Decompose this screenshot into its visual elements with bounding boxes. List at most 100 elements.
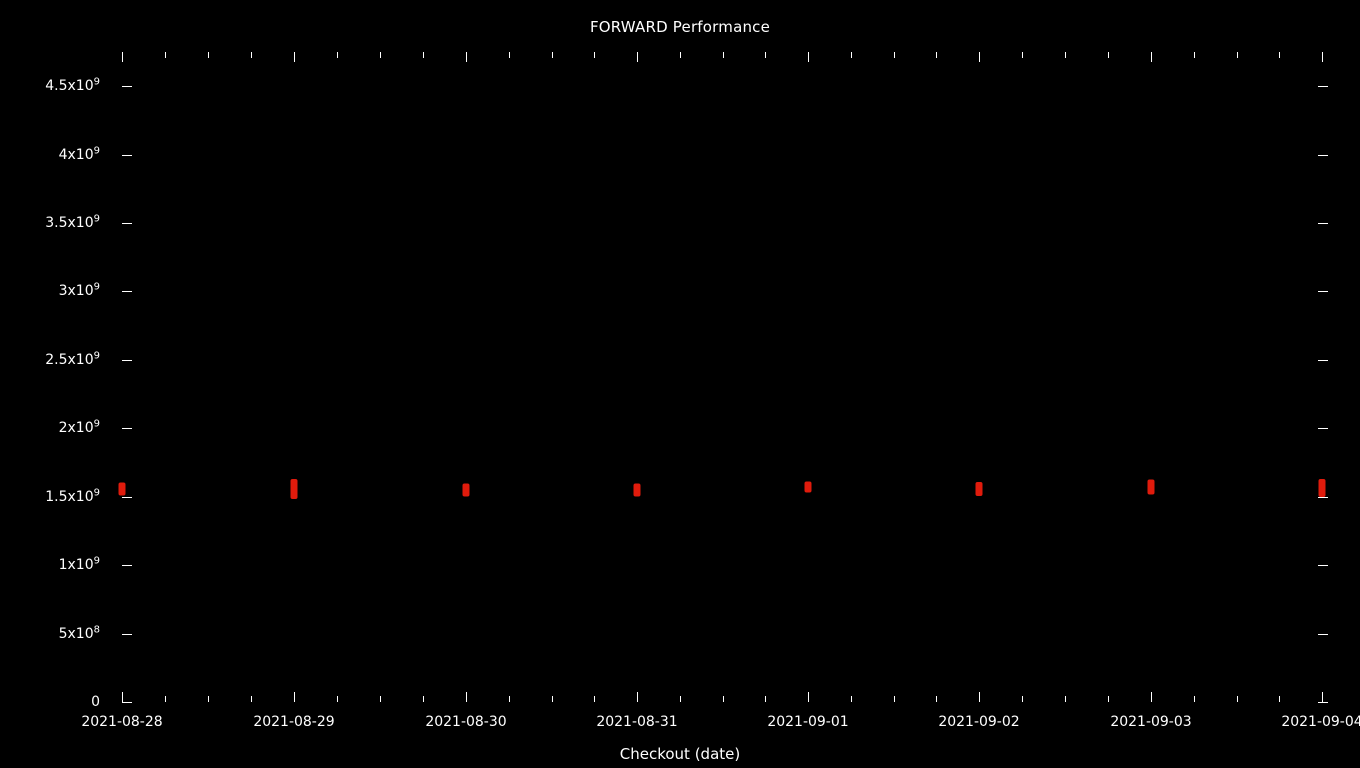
bottom-tick <box>1022 696 1023 702</box>
bottom-tick <box>936 696 938 702</box>
top-tick <box>936 52 938 58</box>
top-tick <box>1236 52 1238 58</box>
bottom-tick <box>423 696 424 702</box>
data-point-marker <box>118 482 126 496</box>
x-tick-label: 2021-08-28 <box>81 714 163 730</box>
top-tick <box>122 52 123 62</box>
top-tick <box>1151 52 1152 62</box>
bottom-tick <box>1108 696 1109 702</box>
bottom-tick <box>722 696 724 702</box>
x-axis-title: Checkout (date) <box>619 745 741 763</box>
y-tick-label: 2x109 <box>58 418 100 437</box>
bottom-tick <box>850 696 852 702</box>
top-tick <box>294 52 295 62</box>
top-tick <box>1279 52 1281 58</box>
bottom-tick <box>979 692 980 702</box>
data-point-marker <box>290 479 298 500</box>
data-point-marker <box>975 482 983 497</box>
right-tick <box>1318 428 1328 430</box>
bottom-tick <box>466 692 467 702</box>
left-tick <box>122 223 132 225</box>
top-tick <box>594 52 596 58</box>
top-tick <box>850 52 852 58</box>
bottom-tick <box>165 696 166 702</box>
y-tick-label: 1x109 <box>58 555 100 574</box>
y-tick-label: 3.5x109 <box>45 213 100 232</box>
top-tick <box>893 52 895 58</box>
bottom-tick <box>765 696 767 702</box>
chart-canvas: FORWARD Performance bits/sec Checkout (d… <box>0 0 1360 768</box>
left-tick <box>122 428 132 430</box>
bottom-tick <box>637 692 638 702</box>
y-tick-label: 2.5x109 <box>45 350 100 368</box>
top-tick <box>208 52 209 58</box>
y-tick-label: 4.5x109 <box>45 76 100 95</box>
bottom-tick <box>294 692 295 702</box>
top-tick <box>979 52 980 62</box>
right-tick <box>1318 154 1328 156</box>
right-tick <box>1318 86 1328 88</box>
top-tick <box>765 52 767 58</box>
bottom-tick <box>551 696 553 702</box>
left-tick <box>122 496 132 498</box>
y-axis-title: bits/sec <box>0 371 61 393</box>
data-point-marker <box>1318 478 1326 497</box>
top-tick <box>1022 52 1023 58</box>
y-tick-label: 4x109 <box>58 144 100 163</box>
bottom-tick <box>893 696 895 702</box>
bottom-tick <box>1322 692 1323 702</box>
x-tick-label: 2021-09-03 <box>1110 714 1192 730</box>
bottom-tick <box>1151 692 1152 702</box>
top-tick <box>337 52 338 58</box>
right-tick <box>1318 565 1328 567</box>
left-tick <box>122 86 132 88</box>
right-tick <box>1318 633 1328 635</box>
top-tick <box>1322 52 1323 62</box>
left-tick <box>122 359 132 361</box>
x-tick-label: 2021-09-02 <box>938 714 1020 730</box>
chart-title: FORWARD Performance <box>589 18 771 36</box>
bottom-tick <box>251 696 252 702</box>
bottom-tick <box>1193 696 1195 702</box>
y-tick-label: 5x108 <box>58 623 100 642</box>
bottom-tick <box>508 696 510 702</box>
top-tick <box>466 52 467 62</box>
top-tick <box>808 52 809 62</box>
data-point-marker <box>633 483 641 497</box>
right-tick <box>1318 291 1328 293</box>
bottom-tick <box>679 696 681 702</box>
left-tick <box>122 702 132 703</box>
bottom-tick <box>208 696 209 702</box>
y-tick-label: 1.5x109 <box>45 487 100 505</box>
left-tick <box>122 633 132 635</box>
right-tick <box>1318 223 1328 225</box>
bottom-tick <box>122 692 123 702</box>
right-tick <box>1318 702 1328 703</box>
bottom-tick <box>808 692 809 702</box>
top-tick <box>679 52 681 58</box>
top-tick <box>508 52 510 58</box>
left-tick <box>122 565 132 567</box>
bottom-tick <box>1065 696 1066 702</box>
bottom-tick <box>1236 696 1238 702</box>
top-tick <box>380 52 381 58</box>
x-tick-label: 2021-08-30 <box>425 714 507 730</box>
right-tick <box>1318 359 1328 361</box>
data-point-marker <box>1147 479 1155 495</box>
top-tick <box>1065 52 1066 58</box>
data-point-marker <box>462 483 470 497</box>
x-tick-label: 2021-09-04 <box>1281 714 1360 730</box>
y-tick-label: 3x109 <box>58 281 100 300</box>
bottom-tick <box>594 696 596 702</box>
top-tick <box>722 52 724 58</box>
left-tick <box>122 154 132 156</box>
top-tick <box>251 52 252 58</box>
top-tick <box>423 52 424 58</box>
plot-area <box>118 52 1328 703</box>
x-tick-label: 2021-09-01 <box>767 714 849 730</box>
right-tick <box>1318 496 1328 498</box>
top-tick <box>165 52 166 58</box>
bottom-tick <box>337 696 338 702</box>
x-tick-label: 2021-08-29 <box>253 714 335 730</box>
bottom-tick <box>380 696 381 702</box>
